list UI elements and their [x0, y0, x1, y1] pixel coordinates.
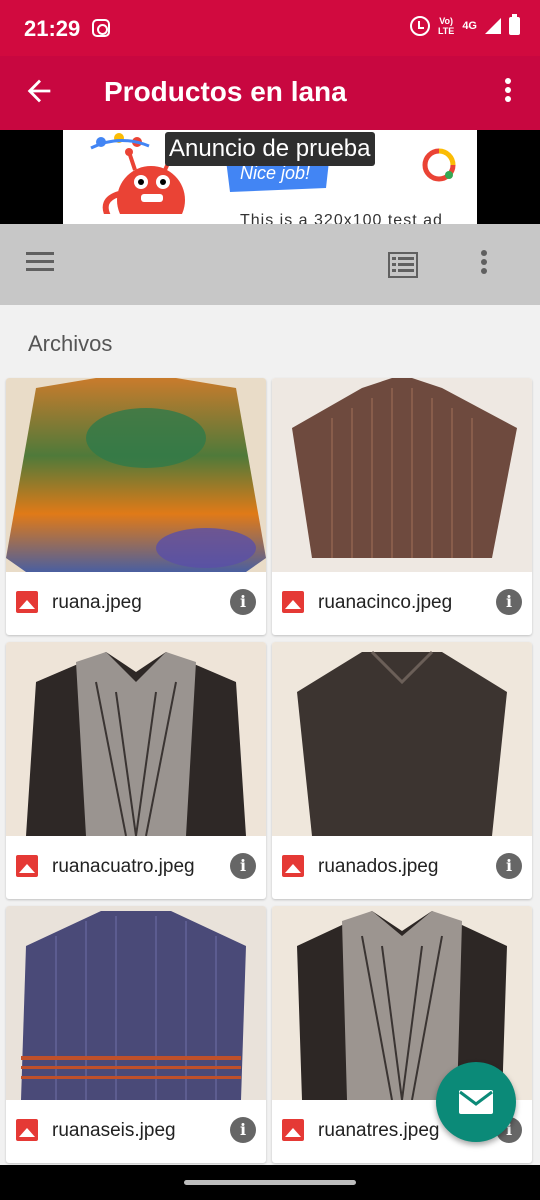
toolbar-overflow-icon[interactable]	[474, 250, 494, 280]
file-name: ruanacinco.jpeg	[318, 592, 453, 613]
info-icon[interactable]: i	[230, 853, 256, 879]
file-thumbnail[interactable]	[6, 378, 266, 572]
home-gesture-handle[interactable]	[184, 1180, 356, 1185]
overflow-menu-icon[interactable]	[498, 78, 518, 108]
svg-text:Nice job!: Nice job!	[240, 163, 310, 183]
image-file-icon	[282, 1119, 304, 1141]
file-card[interactable]: ruana.jpeg i	[6, 378, 266, 635]
file-name: ruana.jpeg	[52, 592, 142, 613]
file-name: ruanados.jpeg	[318, 856, 439, 877]
files-content: Archivos ruana.jpeg i ruanacinco.jpeg i …	[0, 305, 540, 1165]
volte-indicator: Vo) LTE	[437, 16, 455, 36]
system-icons: Vo) LTE 4G	[409, 14, 520, 36]
image-file-icon	[282, 855, 304, 877]
status-bar: 21:29 Vo) LTE 4G	[0, 0, 540, 56]
ad-bottom-text: This is a 320x100 test ad	[240, 212, 443, 224]
app-bar: Productos en lana	[0, 56, 540, 130]
files-toolbar	[0, 224, 540, 305]
email-icon	[459, 1090, 493, 1114]
alarm-icon	[409, 16, 430, 36]
file-card[interactable]: ruanacuatro.jpeg i	[6, 642, 266, 899]
info-icon[interactable]: i	[496, 589, 522, 615]
image-file-icon	[16, 591, 38, 613]
image-file-icon	[16, 1119, 38, 1141]
ad-logo-icon	[422, 148, 456, 182]
file-thumbnail[interactable]	[6, 906, 266, 1100]
file-name: ruanatres.jpeg	[318, 1120, 440, 1141]
system-navigation-bar	[0, 1165, 540, 1200]
signal-icon	[485, 18, 501, 34]
battery-icon	[509, 14, 520, 35]
ad-test-label: Anuncio de prueba	[165, 132, 375, 166]
back-arrow-icon[interactable]	[22, 74, 56, 108]
file-card[interactable]: ruanacinco.jpeg i	[272, 378, 532, 635]
file-card-footer: ruanacuatro.jpeg i	[6, 836, 266, 899]
network-type: 4G	[462, 20, 477, 32]
menu-icon[interactable]	[26, 252, 54, 274]
info-icon[interactable]: i	[230, 1117, 256, 1143]
file-name: ruanaseis.jpeg	[52, 1120, 176, 1141]
file-card[interactable]: ruanados.jpeg i	[272, 642, 532, 899]
file-name: ruanacuatro.jpeg	[52, 856, 195, 877]
list-view-icon[interactable]	[388, 252, 418, 278]
ad-banner[interactable]: Nice job! This is a 320x100 test ad Anun…	[0, 130, 540, 224]
file-card-footer: ruanados.jpeg i	[272, 836, 532, 899]
instagram-icon	[92, 19, 110, 37]
file-thumbnail[interactable]	[272, 642, 532, 836]
image-file-icon	[16, 855, 38, 877]
info-icon[interactable]: i	[496, 853, 522, 879]
compose-email-fab[interactable]	[436, 1062, 516, 1142]
file-card-footer: ruanacinco.jpeg i	[272, 572, 532, 635]
file-card-footer: ruanaseis.jpeg i	[6, 1100, 266, 1163]
page-title: Productos en lana	[104, 76, 347, 107]
file-thumbnail[interactable]	[272, 378, 532, 572]
image-file-icon	[282, 591, 304, 613]
file-card[interactable]: ruanaseis.jpeg i	[6, 906, 266, 1163]
file-card-footer: ruana.jpeg i	[6, 572, 266, 635]
section-title: Archivos	[28, 331, 113, 356]
file-thumbnail[interactable]	[6, 642, 266, 836]
status-time: 21:29	[24, 16, 81, 41]
info-icon[interactable]: i	[230, 589, 256, 615]
